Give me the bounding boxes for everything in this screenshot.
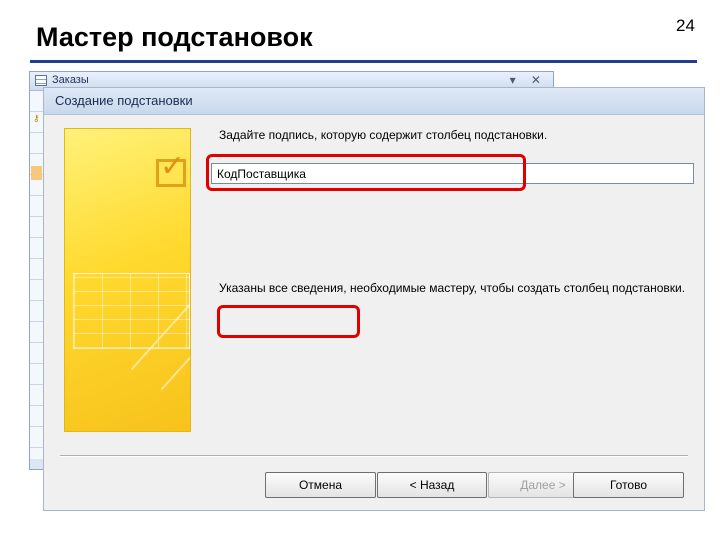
cancel-button[interactable]: Отмена xyxy=(265,472,376,498)
title-rule xyxy=(30,60,697,63)
selected-row-marker xyxy=(31,166,42,180)
empty-area-highlight-frame xyxy=(217,305,360,338)
button-separator xyxy=(60,455,688,457)
input-highlight-frame xyxy=(206,154,526,191)
finish-button[interactable]: Готово xyxy=(573,472,684,498)
dialog-title: Создание подстановки xyxy=(55,93,193,108)
slide-number: 24 xyxy=(676,16,695,35)
slide-title: Мастер подстановок xyxy=(36,22,313,52)
table-icon xyxy=(35,75,47,86)
wizard-image: ✓ xyxy=(64,128,191,432)
key-icon: ⚷ xyxy=(33,113,40,123)
checkmark-icon: ✓ xyxy=(160,149,186,184)
background-window-title: Заказы xyxy=(52,74,89,86)
dialog-titlebar: Создание подстановки xyxy=(44,88,704,115)
info-text: Указаны все сведения, необходимые мастер… xyxy=(219,281,686,295)
window-controls[interactable]: ▾ ✕ xyxy=(510,73,547,87)
lookup-wizard-dialog: Создание подстановки ✓ Задайте подпись, … xyxy=(43,87,705,511)
table-grid-graphic xyxy=(73,273,190,349)
label-prompt: Задайте подпись, которую содержит столбе… xyxy=(219,128,548,142)
back-button[interactable]: < Назад xyxy=(377,472,487,498)
